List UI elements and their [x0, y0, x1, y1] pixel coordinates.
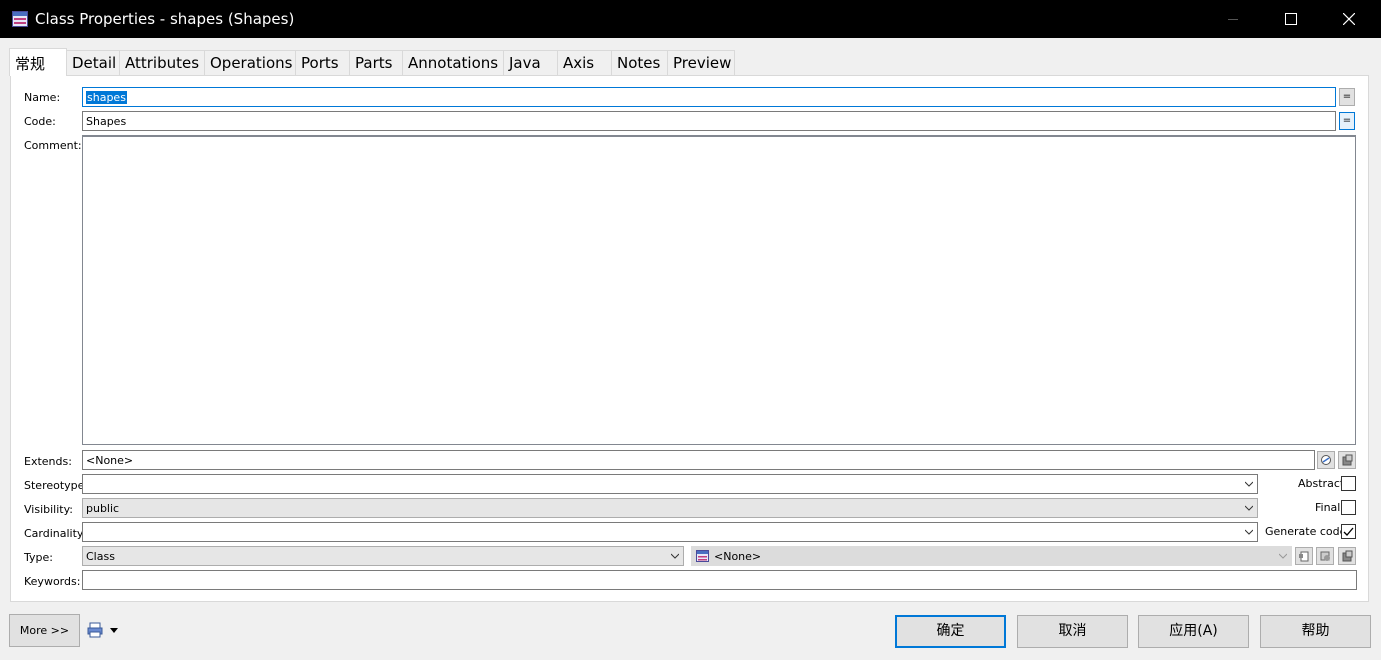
chevron-down-icon [1245, 505, 1253, 511]
chevron-down-icon [1245, 529, 1253, 535]
code-field[interactable]: Shapes [82, 111, 1336, 131]
name-code-sync-button[interactable]: = [1339, 88, 1355, 106]
name-value: shapes [86, 91, 127, 104]
chevron-down-icon [1279, 553, 1287, 559]
stereotype-label: Stereotype: [24, 479, 89, 492]
class-icon [12, 11, 28, 27]
tab-ports[interactable]: Ports [295, 50, 350, 76]
tab-attributes[interactable]: Attributes [119, 50, 205, 76]
printer-icon [87, 622, 103, 638]
window-title: Class Properties - shapes (Shapes) [35, 10, 295, 28]
print-menu-button[interactable] [87, 622, 123, 640]
final-label: Final [1315, 501, 1341, 514]
chevron-down-icon [671, 553, 679, 559]
class-icon [696, 550, 709, 562]
close-icon [1343, 13, 1355, 25]
comment-label: Comment: [24, 139, 82, 152]
tab-axis[interactable]: Axis [557, 50, 612, 76]
more-button[interactable]: More >> [9, 614, 80, 647]
dropdown-arrow-icon [110, 628, 118, 633]
chevron-down-icon [1245, 481, 1253, 487]
stereotype-select[interactable] [82, 474, 1258, 494]
apply-button[interactable]: 应用(A) [1138, 615, 1249, 648]
minimize-button[interactable] [1204, 0, 1262, 38]
visibility-label: Visibility: [24, 503, 74, 516]
type-value: Class [86, 550, 115, 563]
abstract-label: Abstract [1298, 477, 1345, 490]
tab-java[interactable]: Java [503, 50, 558, 76]
select-type-button[interactable] [1316, 547, 1334, 565]
tab-notes[interactable]: Notes [611, 50, 668, 76]
name-label: Name: [24, 91, 61, 104]
tab-annotations[interactable]: Annotations [402, 50, 504, 76]
properties-icon [1342, 454, 1353, 466]
properties-button[interactable] [1338, 451, 1356, 469]
tab-operations[interactable]: Operations [204, 50, 296, 76]
abstract-checkbox[interactable] [1341, 476, 1356, 491]
create-object-button[interactable] [1295, 547, 1313, 565]
comment-textarea[interactable] [82, 135, 1356, 445]
cancel-button[interactable]: 取消 [1017, 615, 1128, 648]
keywords-label: Keywords: [24, 575, 81, 588]
generate-code-checkbox[interactable] [1341, 524, 1356, 539]
properties-icon [1342, 550, 1353, 562]
close-button[interactable] [1320, 0, 1378, 38]
select-object-button[interactable] [1317, 451, 1335, 469]
extends-field[interactable]: <None> [82, 450, 1315, 470]
tab-strip: 常规 Detail Attributes Operations Ports Pa… [9, 48, 735, 76]
help-button[interactable]: 帮助 [1260, 615, 1371, 648]
extends-label: Extends: [24, 455, 72, 468]
name-field[interactable]: shapes [82, 87, 1336, 107]
maximize-icon [1285, 13, 1297, 25]
tab-parts[interactable]: Parts [349, 50, 403, 76]
type-reference-select[interactable]: <None> [691, 546, 1292, 566]
select-object-icon [1321, 455, 1331, 465]
ok-button[interactable]: 确定 [895, 615, 1006, 648]
tab-general[interactable]: 常规 [9, 48, 67, 76]
tab-detail[interactable]: Detail [66, 50, 120, 76]
create-object-icon [1299, 551, 1309, 562]
select-object-icon [1320, 551, 1330, 561]
tab-preview[interactable]: Preview [667, 50, 735, 76]
type-label: Type: [24, 551, 53, 564]
checkmark-icon [1343, 527, 1354, 536]
cardinality-label: Cardinality: [24, 527, 87, 540]
type-reference-value: <None> [714, 550, 762, 563]
visibility-value: public [86, 502, 120, 515]
type-properties-button[interactable] [1338, 547, 1356, 565]
keywords-field[interactable] [82, 570, 1357, 590]
type-select[interactable]: Class [82, 546, 684, 566]
code-label: Code: [24, 115, 56, 128]
code-name-sync-button[interactable]: = [1339, 112, 1355, 130]
generate-code-label: Generate code [1265, 525, 1347, 538]
visibility-select[interactable]: public [82, 498, 1258, 518]
minimize-icon [1228, 18, 1238, 20]
title-bar: Class Properties - shapes (Shapes) [0, 0, 1381, 38]
maximize-button[interactable] [1262, 0, 1320, 38]
cardinality-select[interactable] [82, 522, 1258, 542]
final-checkbox[interactable] [1341, 500, 1356, 515]
